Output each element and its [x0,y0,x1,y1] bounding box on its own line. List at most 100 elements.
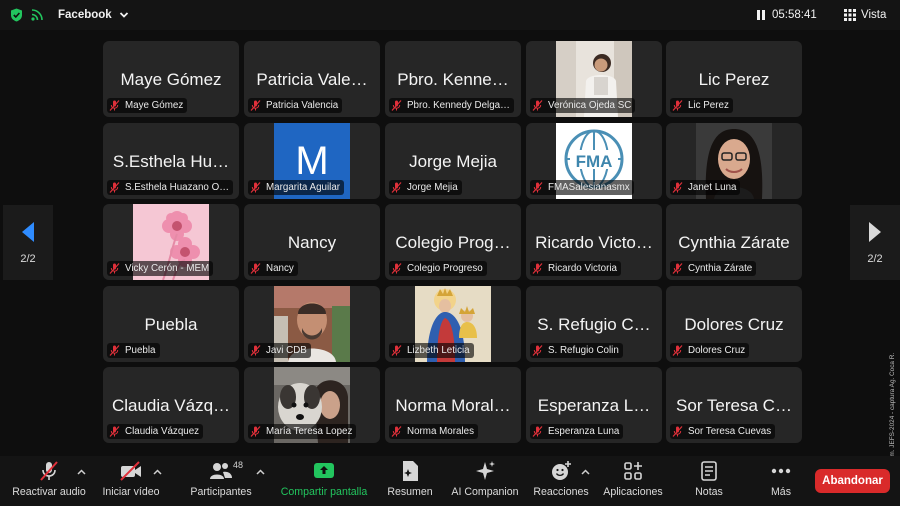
participant-tile[interactable]: Colegio Prog… Colegio Progreso [385,204,521,280]
microphone-muted-icon [672,100,683,111]
participant-tile[interactable]: S. Refugio C… S. Refugio Colin [526,286,662,362]
participant-tile[interactable]: Ricardo Victo… Ricardo Victoria [526,204,662,280]
microphone-muted-icon [109,263,120,274]
participant-tile[interactable]: Cynthia Zárate Cynthia Zárate [666,204,802,280]
participants-options-chevron-icon[interactable] [256,468,265,477]
participant-name-text: Colegio Progreso [407,263,483,274]
connection-signal-icon[interactable] [31,8,44,21]
participant-display-name: Patricia Vale… [256,70,368,89]
prev-page-button[interactable]: 2/2 [3,205,53,280]
start-video-button[interactable]: Iniciar vídeo [98,456,164,506]
notes-button[interactable]: Notas [688,456,730,506]
video-options-chevron-icon[interactable] [153,468,162,477]
participant-name-text: Norma Morales [407,426,474,437]
microphone-muted-icon [672,182,683,193]
participant-tile[interactable]: Sor Teresa C… Sor Teresa Cuevas [666,367,802,443]
top-bar: Facebook 05:58:41 Vista [0,0,900,30]
bottom-toolbar: Reactivar audio Iniciar vídeo 48 Partici… [0,456,900,506]
participant-tile[interactable]: M Margarita Aguilar [244,123,380,199]
participant-tile[interactable]: Jorge Mejia Jorge Mejia [385,123,521,199]
participant-name-label: Patricia Valencia [248,98,343,113]
share-screen-button[interactable]: Compartir pantalla [278,456,370,506]
participant-name-label: Vicky Cerón - MEM [107,261,214,276]
participant-name-label: Jorge Mejia [389,180,462,195]
participant-name-text: Lizbeth Leticia [407,345,470,356]
ai-companion-label: AI Companion [451,486,519,498]
participant-name-text: Vicky Cerón - MEM [125,263,210,274]
participant-name-text: Cynthia Zárate [688,263,753,274]
view-button[interactable]: Vista [844,5,886,25]
summary-button[interactable]: Resumen [384,456,436,506]
participant-name-label: María Teresa Lopez [248,424,357,439]
participant-name-text: Verónica Ojeda SC [548,100,632,111]
meeting-timer[interactable]: 05:58:41 [748,5,825,25]
notes-label: Notas [695,486,723,498]
participant-tile[interactable]: Puebla Puebla [103,286,239,362]
participant-name-label: Esperanza Luna [530,424,624,439]
participant-display-name: Dolores Cruz [684,315,784,334]
shield-check-icon[interactable] [10,8,23,22]
participant-display-name: Esperanza L… [537,396,651,415]
participant-tile[interactable]: Lic Perez Lic Perez [666,41,802,117]
participant-tile[interactable]: Maye Gómez Maye Gómez [103,41,239,117]
participant-display-name: Puebla [144,315,198,334]
more-button[interactable]: Más [763,456,799,506]
reactions-options-chevron-icon[interactable] [581,468,590,477]
microphone-muted-icon [672,263,683,274]
svg-text:FMA: FMA [576,152,613,171]
participant-name-text: Pbro. Kennedy Delga… [407,100,510,111]
participant-name-label: Cynthia Zárate [670,261,757,276]
participant-name-text: Janet Luna [688,182,737,193]
participant-tile[interactable]: Esperanza L… Esperanza Luna [526,367,662,443]
participant-name-label: Verónica Ojeda SC [530,98,636,113]
participant-tile[interactable]: Janet Luna [666,123,802,199]
more-label: Más [770,486,791,498]
meeting-name-dropdown[interactable]: Facebook [50,5,137,25]
participant-tile[interactable]: Claudia Vázq… Claudia Vázquez [103,367,239,443]
apps-button[interactable]: Aplicaciones [600,456,666,506]
arrow-right-icon [869,221,881,242]
participants-button[interactable]: 48 Participantes [186,456,256,506]
unmute-audio-label: Reactivar audio [12,486,86,498]
participant-tile[interactable]: Vicky Cerón - MEM [103,204,239,280]
participant-name-text: Jorge Mejia [407,182,458,193]
apps-label: Aplicaciones [603,486,663,498]
participant-tile[interactable]: Nancy Nancy [244,204,380,280]
audio-options-chevron-icon[interactable] [77,468,86,477]
next-page-button[interactable]: 2/2 [850,205,900,280]
participant-tile[interactable]: Norma Moral… Norma Morales [385,367,521,443]
participant-tile[interactable]: FMA FMASalesianasmx [526,123,662,199]
participants-icon [210,463,232,479]
participant-name-text: S. Refugio Colin [548,345,619,356]
microphone-muted-icon [672,345,683,356]
participant-tile[interactable]: Verónica Ojeda SC [526,41,662,117]
participant-name-text: Javi CDB [266,345,307,356]
reactions-button[interactable]: Reacciones [530,456,592,506]
participant-tile[interactable]: S.Esthela Hu… S.Esthela Huazano O… [103,123,239,199]
unmute-audio-button[interactable]: Reactivar audio [8,456,90,506]
participant-tile[interactable]: Patricia Vale… Patricia Valencia [244,41,380,117]
participant-name-label: Claudia Vázquez [107,424,204,439]
participant-name-label: Puebla [107,343,160,358]
leave-meeting-button[interactable]: Abandonar [815,469,890,493]
participant-display-name: Pbro. Kenne… [397,70,509,89]
microphone-muted-icon [109,345,120,356]
ai-companion-button[interactable]: AI Companion [449,456,521,506]
participant-tile[interactable]: Dolores Cruz Dolores Cruz [666,286,802,362]
summary-document-icon [403,461,418,481]
participant-tile[interactable]: Javi CDB [244,286,380,362]
microphone-muted-icon [532,100,543,111]
page-indicator-left: 2/2 [20,252,36,265]
page-indicator-right: 2/2 [867,252,883,265]
timer-icon [757,10,765,20]
more-dots-icon [771,468,791,474]
participant-tile[interactable]: Pbro. Kenne… Pbro. Kennedy Delga… [385,41,521,117]
participant-display-name: S. Refugio C… [537,315,651,334]
participant-tile[interactable]: Lizbeth Leticia [385,286,521,362]
participant-tile[interactable]: María Teresa Lopez [244,367,380,443]
participant-display-name: Colegio Prog… [395,233,511,252]
microphone-muted-icon [391,345,402,356]
microphone-muted-icon [250,263,261,274]
participant-name-label: Lizbeth Leticia [389,343,474,358]
participant-display-name: S.Esthela Hu… [112,152,230,171]
